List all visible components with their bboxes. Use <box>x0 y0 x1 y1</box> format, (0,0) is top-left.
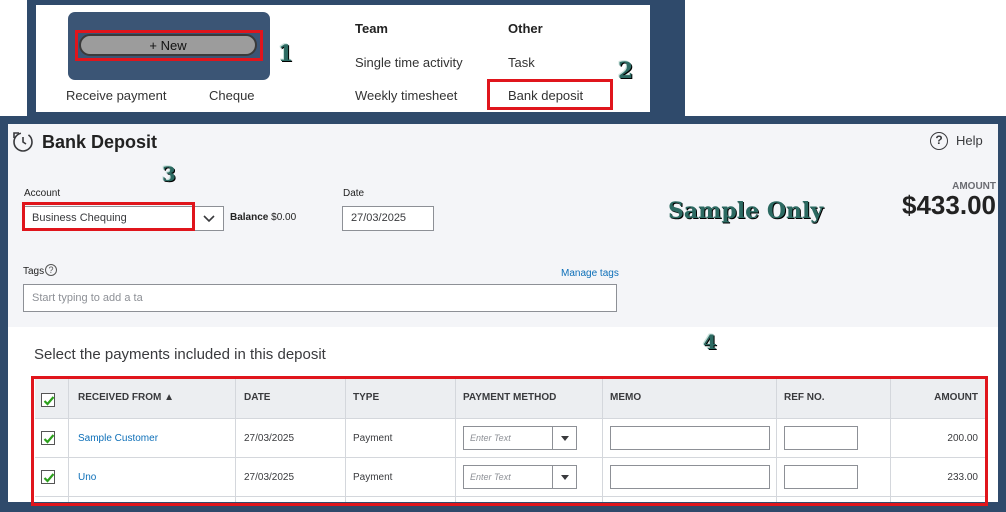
help-link[interactable]: Help <box>956 133 983 148</box>
recent-transactions-icon[interactable] <box>11 130 35 154</box>
help-icon[interactable]: ? <box>930 132 948 150</box>
annotation-number-3: 3 <box>162 162 176 186</box>
deposit-total-amount: $433.00 <box>902 190 996 220</box>
menu-item-single-time-activity[interactable]: Single time activity <box>355 55 463 70</box>
date-label: Date <box>343 188 365 199</box>
tags-label: Tags <box>23 266 45 277</box>
menu-item-receive-payment[interactable]: Receive payment <box>66 88 166 103</box>
sample-only-watermark: Sample Only <box>668 198 824 224</box>
chevron-down-icon <box>203 215 215 223</box>
select-payments-caption: Select the payments included in this dep… <box>34 346 326 363</box>
tags-help-icon[interactable]: ? <box>45 264 57 276</box>
balance-label: Balance <box>230 212 269 223</box>
account-balance: Balance $0.00 <box>230 212 296 223</box>
annotation-number-2: 2 <box>618 58 634 84</box>
menu-item-cheque[interactable]: Cheque <box>209 88 255 103</box>
date-field[interactable]: 27/03/2025 <box>342 206 434 231</box>
menu-item-weekly-timesheet[interactable]: Weekly timesheet <box>355 88 457 103</box>
other-heading: Other <box>508 21 543 36</box>
balance-value: $0.00 <box>271 212 297 223</box>
menu-item-task[interactable]: Task <box>508 55 535 70</box>
annotation-box-payments-table <box>31 376 988 506</box>
account-label: Account <box>24 188 61 199</box>
page-title: Bank Deposit <box>42 132 158 152</box>
annotation-box-new-button <box>75 30 263 61</box>
annotation-box-bank-deposit <box>487 79 613 110</box>
manage-tags-link[interactable]: Manage tags <box>561 268 619 279</box>
annotation-number-4: 4 <box>703 330 717 354</box>
tags-input[interactable]: Start typing to add a ta <box>23 284 617 312</box>
annotation-box-account <box>22 202 195 231</box>
account-dropdown-button[interactable] <box>194 206 224 231</box>
team-heading: Team <box>355 21 388 36</box>
annotation-number-1: 1 <box>278 41 294 67</box>
